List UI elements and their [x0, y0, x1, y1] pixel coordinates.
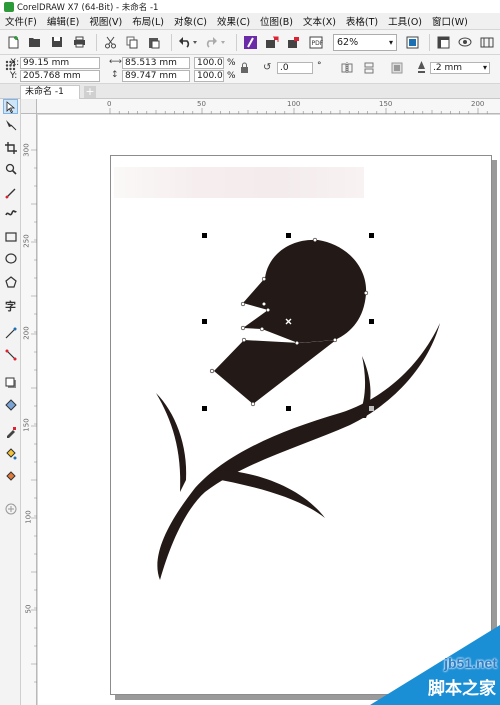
branch-left-stem[interactable] [156, 393, 187, 492]
beak-shape[interactable] [214, 340, 336, 404]
artwork [156, 233, 441, 580]
selection-handle-corner[interactable] [369, 406, 374, 411]
watermark-name: 脚本之家 [428, 679, 496, 699]
watermark-url: jb51.net [444, 655, 497, 671]
watermark: jb51.net 脚本之家 [350, 625, 500, 705]
branch-lower-curve[interactable] [210, 470, 325, 518]
